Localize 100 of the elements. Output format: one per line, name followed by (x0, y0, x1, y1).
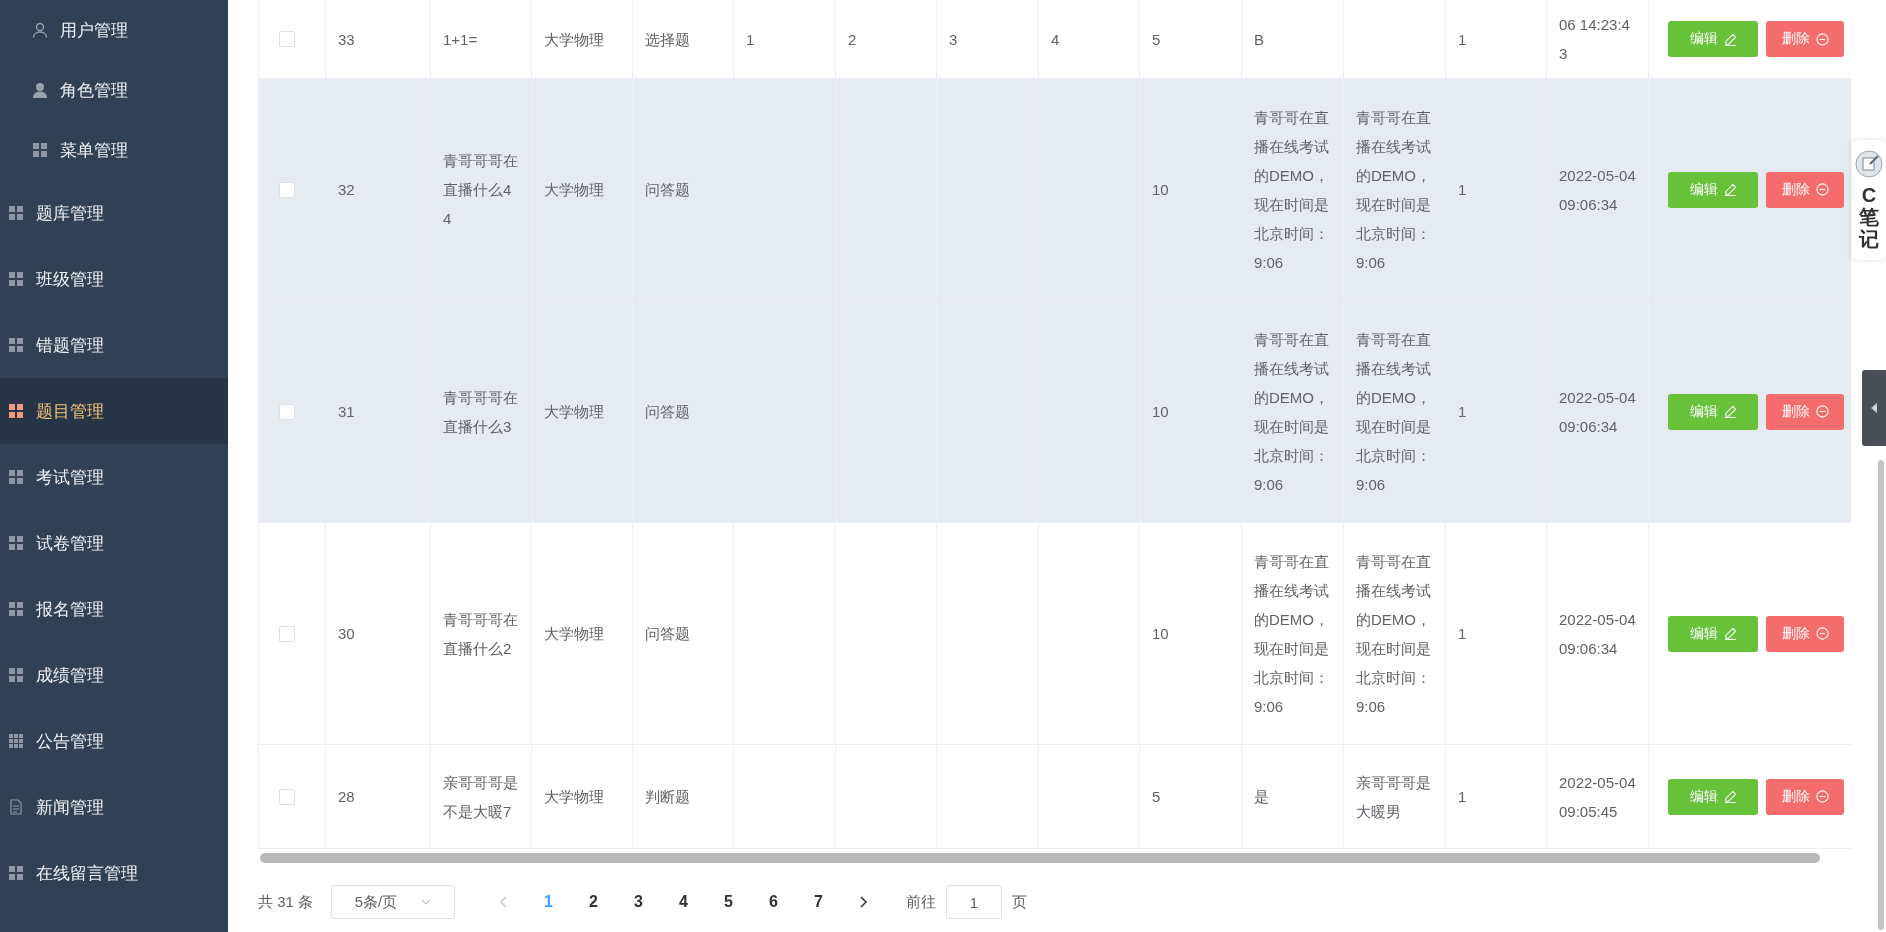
grid-icon (8, 535, 24, 551)
sidebar-item[interactable]: 成绩管理 (0, 642, 228, 708)
goto-label: 前往 (906, 892, 937, 912)
table-cell-text: 31 (338, 402, 355, 422)
table-cell-text: 10 (1152, 624, 1169, 644)
table-cell-text: 5 (1152, 29, 1161, 50)
notepad-icon (1855, 150, 1883, 178)
table-cell-text: 问答题 (645, 180, 690, 200)
page-number[interactable]: 5 (706, 893, 752, 911)
table-cell-text: 亲哥哥哥是大暖男 (1356, 772, 1432, 822)
page-number[interactable]: 7 (796, 893, 842, 911)
page-size-select[interactable]: 5条/页 (331, 885, 456, 919)
table-cell-text: 28 (338, 787, 355, 807)
sidebar-item[interactable]: 新闻管理 (0, 774, 228, 840)
table-cell-text: 2022-05-04 09:06:34 (1559, 387, 1636, 437)
sidebar-item[interactable]: 菜单管理 (0, 120, 228, 180)
table-cell-text: 2022-05-04 09:06:34 (1559, 165, 1636, 215)
table-cell-text: 3 (949, 29, 958, 50)
vertical-scrollbar[interactable] (1878, 460, 1884, 930)
table-cell-text: 是 (1254, 787, 1269, 807)
sidebar-item[interactable]: 题目管理 (0, 378, 228, 444)
row-checkbox[interactable] (279, 31, 295, 47)
pencil-icon (1723, 32, 1737, 46)
caret-left-icon (1870, 403, 1878, 413)
pencil-icon (1723, 405, 1737, 418)
table-cell-text: 2022-05-04 09:06:34 (1559, 609, 1636, 659)
sidebar-item[interactable]: 错题管理 (0, 312, 228, 378)
sidebar-item[interactable]: 公告管理 (0, 708, 228, 774)
table-cell-text: 青哥哥在直播在线考试的DEMO，现在时间是北京时间：9:06 (1254, 329, 1330, 495)
table-cell-text: 1 (746, 29, 755, 50)
document-icon (8, 799, 24, 815)
table-cell-text: 大学物理 (544, 787, 604, 807)
table-cell-text: 1 (1458, 402, 1467, 422)
table-cell-text: B (1254, 29, 1264, 50)
row-checkbox[interactable] (279, 403, 295, 420)
user-icon (32, 82, 48, 98)
sidebar-item[interactable]: 试卷管理 (0, 510, 228, 576)
table-cell-text: 问答题 (645, 402, 690, 422)
row-checkbox[interactable] (279, 788, 295, 805)
table-cell-text: 问答题 (645, 624, 690, 644)
side-tab[interactable] (1862, 370, 1886, 446)
table-cell-text: 32 (338, 180, 355, 200)
table-cell-text: 大学物理 (544, 624, 604, 644)
table-cell-text: 亲哥哥哥是不是大暖7 (443, 772, 519, 822)
sidebar-item[interactable]: 班级管理 (0, 246, 228, 312)
row-checkbox[interactable] (279, 181, 295, 198)
table-cell-text: 青哥哥在直播在线考试的DEMO，现在时间是北京时间：9:06 (1356, 551, 1432, 717)
page-number[interactable]: 4 (661, 893, 707, 911)
sidebar-item[interactable]: 角色管理 (0, 60, 228, 120)
minus-circle-icon (1815, 32, 1829, 46)
table-cell-text: 大学物理 (544, 402, 604, 422)
table-cell-text: 5 (1152, 787, 1161, 807)
row-checkbox[interactable] (279, 625, 295, 642)
sidebar-item[interactable]: 考试管理 (0, 444, 228, 510)
minus-circle-icon (1815, 627, 1829, 640)
table-cell-text: 10 (1152, 402, 1169, 422)
table-cell-text: 青哥哥在直播在线考试的DEMO，现在时间是北京时间：9:06 (1356, 329, 1432, 495)
sidebar-item[interactable]: 题库管理 (0, 180, 228, 246)
chevron-down-icon (421, 899, 432, 905)
sidebar-item[interactable]: 用户管理 (0, 0, 228, 60)
page-number[interactable]: 3 (616, 893, 662, 911)
pencil-icon (1723, 790, 1737, 803)
table-cell-text: 青哥哥哥在直播什么3 (443, 387, 519, 437)
dots-grid-icon (8, 733, 24, 749)
grid-icon (8, 865, 24, 881)
page-number[interactable]: 6 (751, 893, 797, 911)
table-cell-text: 2022-05-04 09:05:45 (1559, 772, 1636, 822)
total-count: 共 31 条 (258, 892, 314, 912)
grid-icon (8, 403, 24, 419)
table-cell-text: 10 (1152, 180, 1169, 200)
table-cell-text: 06 14:23:43 (1559, 15, 1631, 64)
table-cell-text: 2 (848, 29, 857, 50)
table-cell-text: 大学物理 (544, 180, 604, 200)
grid-icon (8, 601, 24, 617)
table-cell-text: 青哥哥在直播在线考试的DEMO，现在时间是北京时间：9:06 (1254, 551, 1330, 717)
table-cell-text: 青哥哥哥在直播什么44 (443, 151, 519, 229)
table-cell-text: 1 (1458, 29, 1467, 50)
minus-circle-icon (1815, 183, 1829, 196)
grid-icon (8, 667, 24, 683)
table-cell-text: 1 (1458, 787, 1467, 807)
sidebar-item[interactable]: 在线留言管理 (0, 840, 228, 906)
table-cell-text: 大学物理 (544, 29, 604, 50)
table-cell-text: 33 (338, 29, 355, 50)
notes-label: C笔记 (1859, 184, 1879, 250)
table-cell-text: 4 (1051, 29, 1060, 50)
minus-circle-icon (1815, 405, 1829, 418)
grid-icon (8, 271, 24, 287)
sidebar-item[interactable]: 报名管理 (0, 576, 228, 642)
table-cell-text: 青哥哥哥在直播什么2 (443, 609, 519, 659)
table-cell-text: 青哥哥在直播在线考试的DEMO，现在时间是北京时间：9:06 (1356, 107, 1432, 273)
pencil-icon (1723, 627, 1737, 640)
grid-icon (8, 205, 24, 221)
page-input[interactable]: 1 (946, 885, 1003, 919)
table-cell-text: 选择题 (645, 29, 690, 50)
grid-icon (8, 469, 24, 485)
minus-circle-icon (1815, 790, 1829, 803)
notes-widget[interactable]: C笔记 (1852, 140, 1886, 260)
horizontal-scrollbar[interactable] (260, 853, 1820, 863)
page-number[interactable]: 2 (571, 893, 617, 911)
table-cell-text: 判断题 (645, 787, 690, 807)
